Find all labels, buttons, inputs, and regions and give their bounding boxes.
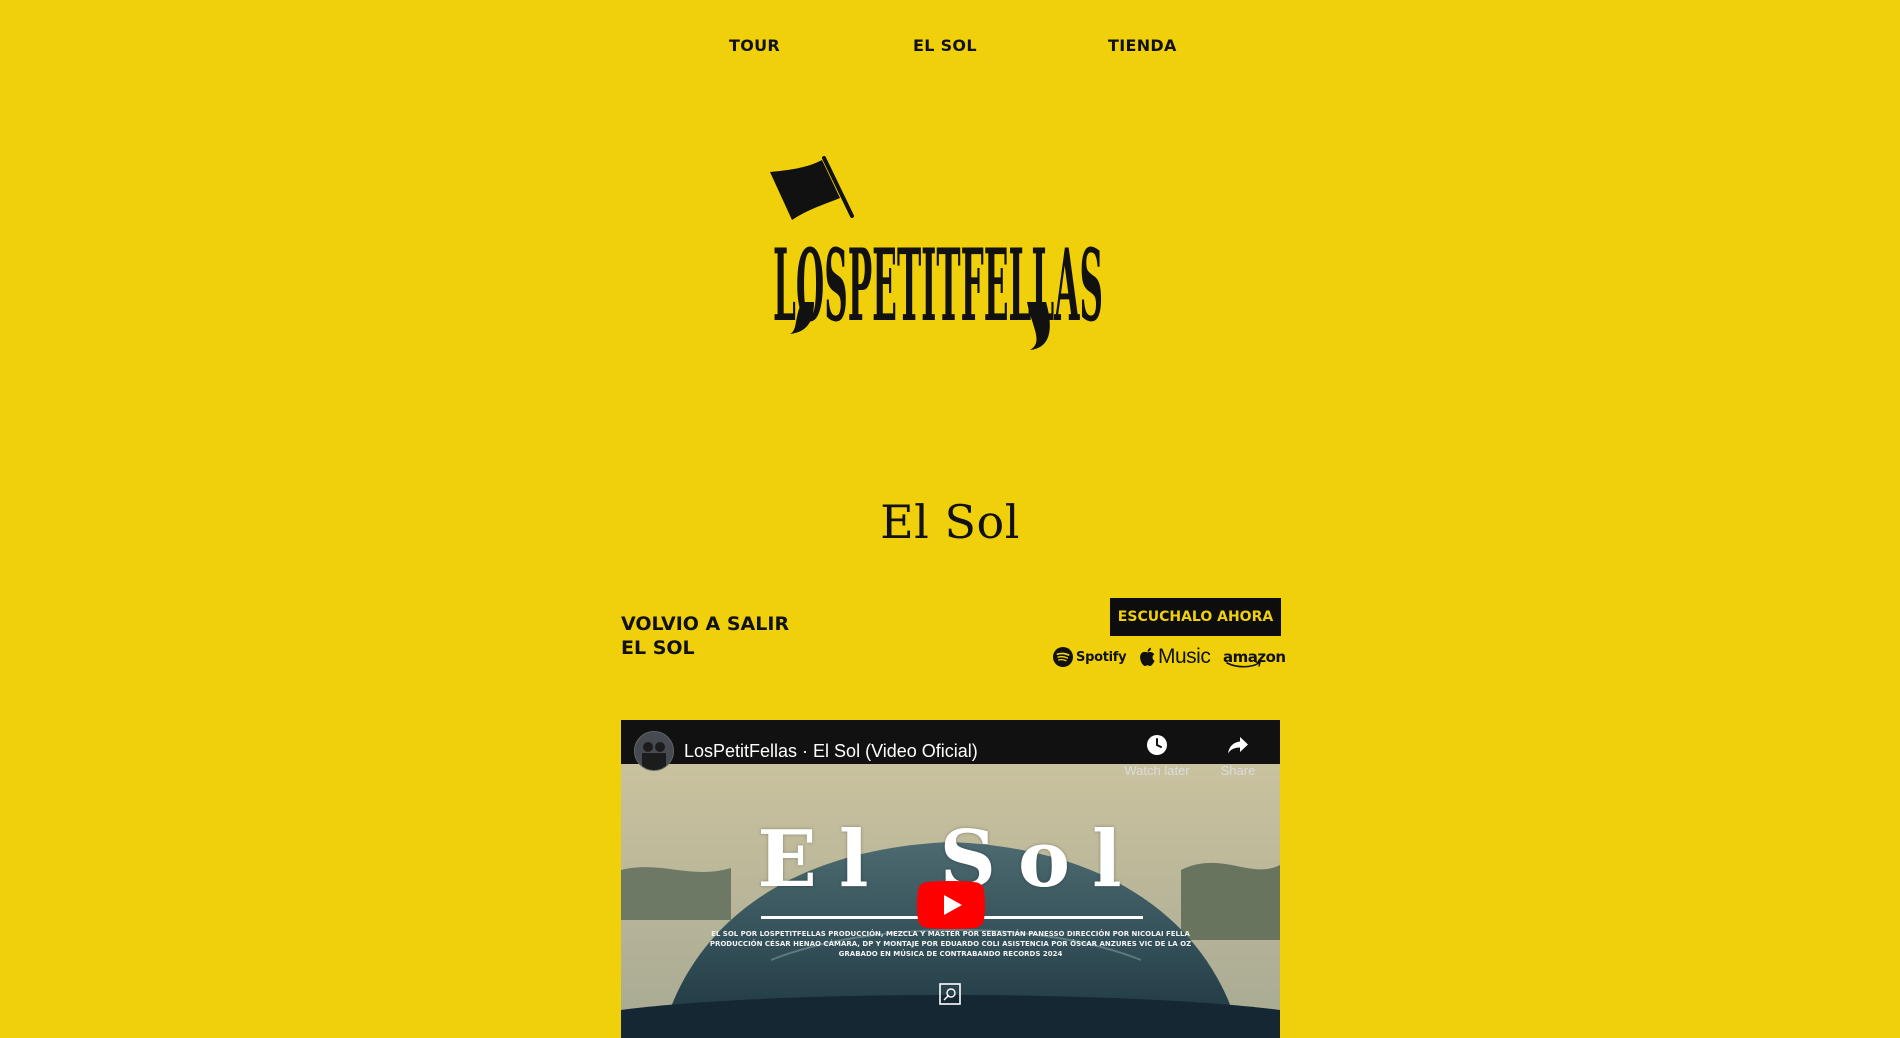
credits-line: EL SOL POR LOSPETITFELLAS PRODUCCIÓN, ME… [711, 930, 1190, 938]
video-title[interactable]: LosPetitFellas · El Sol (Video Oficial) [684, 741, 978, 762]
apple-icon [1140, 647, 1155, 666]
spotify-link[interactable]: Spotify [1053, 644, 1127, 670]
channel-avatar[interactable] [634, 731, 674, 771]
nav-tour-link[interactable]: TOUR [729, 36, 780, 55]
nav-el-sol-link[interactable]: EL SOL [913, 36, 977, 55]
clock-icon [1147, 735, 1167, 755]
watch-later-button[interactable]: Watch later [1117, 734, 1197, 778]
apple-music-label: Music [1158, 645, 1211, 668]
spotify-icon [1053, 647, 1073, 667]
release-announcement: VOLVIO A SALIR EL SOL [621, 612, 789, 660]
release-line-1: VOLVIO A SALIR [621, 613, 790, 635]
apple-music-link[interactable]: Music [1139, 644, 1211, 670]
page-title: El Sol [880, 495, 1020, 549]
streaming-platforms: Spotify Music amazon [1053, 644, 1286, 670]
main-nav: TOUR EL SOL TIENDA [0, 36, 1900, 60]
watch-later-label: Watch later [1124, 763, 1190, 778]
logo-wordmark: LOSPETITFELLAS [773, 226, 1103, 344]
release-line-2: EL SOL [621, 637, 695, 659]
credits-line: PRODUCCIÓN CÉSAR HENAO CÁMARA, DP Y MONT… [709, 940, 1192, 948]
amazon-smile-icon [1226, 661, 1261, 668]
amazon-music-link[interactable]: amazon [1223, 644, 1286, 670]
listen-now-button[interactable]: ESCUCHALO AHORA [1110, 598, 1281, 636]
share-label: Share [1220, 763, 1256, 778]
video-player[interactable]: LosPetitFellas · El Sol (Video Oficial) … [621, 720, 1280, 1038]
video-credits: EL SOL POR LOSPETITFELLAS PRODUCCIÓN, ME… [621, 929, 1280, 959]
band-logo[interactable]: LOSPETITFELLAS [762, 152, 1114, 352]
youtube-play-icon [917, 881, 985, 929]
share-arrow-icon [1228, 737, 1248, 754]
nav-tienda-link[interactable]: TIENDA [1108, 36, 1177, 55]
share-button[interactable]: Share [1213, 734, 1263, 778]
credits-line: GRABADO EN MÚSICA DE CONTRABANDO RECORDS… [838, 950, 1063, 958]
spotify-label: Spotify [1076, 649, 1127, 665]
video-watermark-icon [939, 983, 961, 1005]
play-button[interactable] [917, 881, 985, 929]
